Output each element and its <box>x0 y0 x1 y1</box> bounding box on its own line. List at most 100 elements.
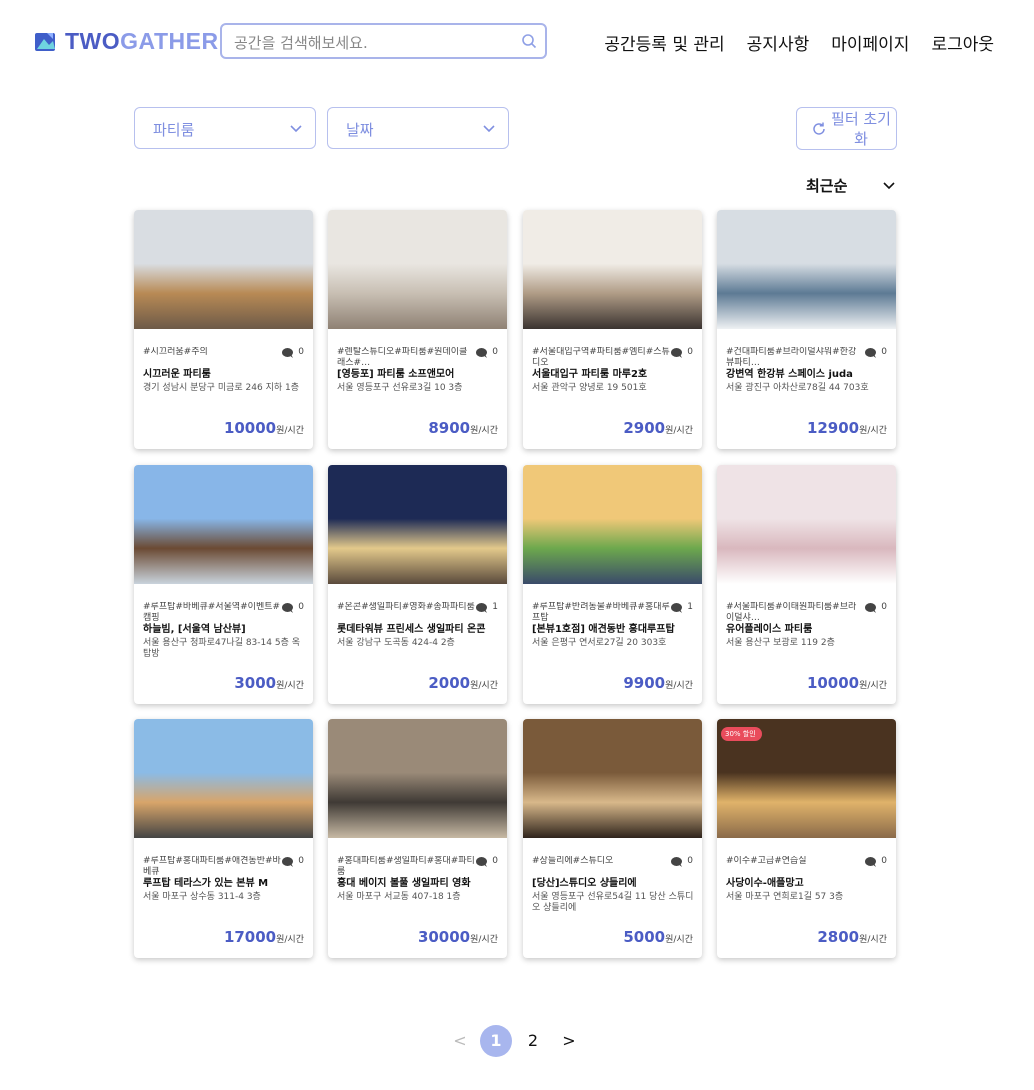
next-page-button[interactable]: > <box>553 1025 585 1057</box>
comment-count: 0 <box>464 856 498 868</box>
logo-text: TWOGATHER <box>65 28 219 55</box>
space-name: 루프탑 테라스가 있는 본뷰 M <box>143 878 269 889</box>
search-input[interactable] <box>232 31 516 55</box>
space-address: 서울 광진구 아차산로78길 44 703호 <box>726 383 869 393</box>
space-address: 서울 마포구 상수동 311-4 3층 <box>143 892 261 902</box>
comment-count: 0 <box>853 856 887 868</box>
space-price: 17000원/시간 <box>224 927 304 946</box>
space-address: 서울 관악구 양녕로 19 501호 <box>532 383 647 393</box>
date-select[interactable]: 날짜 <box>327 107 509 149</box>
space-card[interactable]: #서울대입구역#파티룸#엠티#스튜디오 0 서울대입구 파티룸 마루2호 서울 관악구… <box>523 210 702 449</box>
comment-count-value: 0 <box>687 347 693 357</box>
nav-logout[interactable]: 로그아웃 <box>931 30 994 55</box>
price-unit: 원/시간 <box>470 681 498 691</box>
comment-count: 0 <box>659 347 693 359</box>
refresh-icon <box>813 122 825 135</box>
space-thumbnail <box>134 465 313 584</box>
comment-count-value: 0 <box>881 602 887 612</box>
space-name: 서울대입구 파티룸 마루2호 <box>532 369 648 380</box>
price-unit: 원/시간 <box>859 681 887 691</box>
space-name: 롯데타워뷰 프린세스 생일파티 온콘 <box>337 624 486 635</box>
space-card[interactable]: #루프탑#홍대파티룸#애견동반#바베큐 0 루프탑 테라스가 있는 본뷰 M 서울 마… <box>134 719 313 958</box>
search-icon[interactable] <box>521 33 537 49</box>
space-address: 서울 마포구 서교동 407-18 1층 <box>337 892 461 902</box>
prev-page-button[interactable]: < <box>444 1025 476 1057</box>
top-nav: 공간등록 및 관리 공지사항 마이페이지 로그아웃 <box>604 30 994 55</box>
space-price: 2800원/시간 <box>817 927 887 946</box>
comment-count-value: 1 <box>492 602 498 612</box>
date-select-label: 날짜 <box>346 121 374 139</box>
space-name: [영등포] 파티룸 소프앤모어 <box>337 369 455 380</box>
comment-count-value: 0 <box>298 347 304 357</box>
logo[interactable]: TWOGATHER <box>35 28 219 55</box>
comment-count: 1 <box>659 602 693 614</box>
nav-mypage[interactable]: 마이페이지 <box>831 30 909 55</box>
space-thumbnail <box>523 465 702 584</box>
search-box <box>220 23 547 59</box>
comment-icon <box>282 348 293 358</box>
space-thumbnail <box>717 210 896 329</box>
price-unit: 원/시간 <box>665 935 693 945</box>
space-card[interactable]: #시끄러움#주의 0 시끄러운 파티룸 경기 성남시 분당구 미금로 246 지하 1… <box>134 210 313 449</box>
price-value: 2900 <box>623 419 666 437</box>
space-name: 사당이수-애플망고 <box>726 878 804 889</box>
price-value: 2000 <box>428 674 471 692</box>
space-thumbnail <box>523 210 702 329</box>
comment-icon <box>865 348 876 358</box>
space-price: 5000원/시간 <box>623 927 693 946</box>
price-unit: 원/시간 <box>276 426 304 436</box>
nav-space-management[interactable]: 공간등록 및 관리 <box>604 30 724 55</box>
comment-count: 0 <box>270 856 304 868</box>
space-card[interactable]: #루프탑#반려동물#바베큐#홍대루프탑 1 [본뷰1호점] 애견동반 홍대루프탑 서울… <box>523 465 702 704</box>
pagination: < 1 2 > <box>440 1025 600 1059</box>
comment-count-value: 1 <box>687 602 693 612</box>
comment-count-value: 0 <box>687 856 693 866</box>
price-value: 5000 <box>623 928 666 946</box>
chevron-down-icon <box>290 125 302 133</box>
chevron-down-icon <box>483 125 495 133</box>
space-card[interactable]: #건대파티룸#브라이덜샤워#한강뷰파티… 0 강변역 한강뷰 스페이스 juda 서울… <box>717 210 896 449</box>
comment-icon <box>671 348 682 358</box>
comment-icon <box>476 857 487 867</box>
price-unit: 원/시간 <box>276 681 304 691</box>
space-address: 서울 마포구 연희로1길 57 3층 <box>726 892 844 902</box>
category-select[interactable]: 파티룸 <box>134 107 316 149</box>
comment-count: 0 <box>464 347 498 359</box>
space-card[interactable]: #상들리에#스튜디오 0 [당산]스튜디오 샹들리에 서울 영등포구 선유로54길 1… <box>523 719 702 958</box>
space-card[interactable]: #렌탈스튜디오#파티룸#원데이클래스#… 0 [영등포] 파티룸 소프앤모어 서울 영… <box>328 210 507 449</box>
comment-icon <box>865 603 876 613</box>
nav-notices[interactable]: 공지사항 <box>747 30 810 55</box>
price-unit: 원/시간 <box>665 426 693 436</box>
space-card[interactable]: #온콘#생일파티#영화#송파파티룸 1 롯데타워뷰 프린세스 생일파티 온콘 서울 강… <box>328 465 507 704</box>
price-value: 10000 <box>223 419 277 437</box>
space-address: 서울 은평구 연서로27길 20 303호 <box>532 638 667 648</box>
comment-count-value: 0 <box>298 856 304 866</box>
price-value: 10000 <box>806 674 860 692</box>
space-card[interactable]: 30% 할인 #이수#고급#연습실 0 사당이수-애플망고 서울 마포구 연희로1길 5… <box>717 719 896 958</box>
page-2-button[interactable]: 2 <box>517 1025 549 1057</box>
page-1-button[interactable]: 1 <box>480 1025 512 1057</box>
comment-count-value: 0 <box>881 856 887 866</box>
space-address: 경기 성남시 분당구 미금로 246 지하 1층 <box>143 383 299 393</box>
comment-count-value: 0 <box>492 856 498 866</box>
comment-count: 1 <box>464 602 498 614</box>
space-price: 10000원/시간 <box>224 418 304 437</box>
space-card[interactable]: #루프탑#바베큐#서울역#이벤트#캠핑 0 하늘빔, [서울역 남산뷰] 서울 용산구… <box>134 465 313 704</box>
space-address: 서울 강남구 도곡동 424-4 2층 <box>337 638 455 648</box>
space-price: 10000원/시간 <box>807 673 887 692</box>
space-card[interactable]: #서울파티룸#이태원파티룸#브라이덜샤… 0 유어플레이스 파티룸 서울 용산구 보광… <box>717 465 896 704</box>
comment-count: 0 <box>270 602 304 614</box>
comment-count: 0 <box>270 347 304 359</box>
space-card[interactable]: #홍대파티룸#생일파티#홍대#파티룸 0 홍대 베이지 볼풀 생일파티 영화 서울 마… <box>328 719 507 958</box>
price-unit: 원/시간 <box>665 681 693 691</box>
space-name: 유어플레이스 파티룸 <box>726 624 813 635</box>
chevron-down-icon <box>883 182 895 190</box>
comment-icon <box>476 603 487 613</box>
comment-count-value: 0 <box>881 347 887 357</box>
sort-select[interactable]: 최근순 <box>806 174 898 196</box>
price-value: 8900 <box>428 419 471 437</box>
space-address: 서울 영등포구 선유로3길 10 3층 <box>337 383 463 393</box>
filter-reset-button[interactable]: 필터 초기화 <box>796 107 897 150</box>
space-name: 하늘빔, [서울역 남산뷰] <box>143 624 246 635</box>
price-unit: 원/시간 <box>859 935 887 945</box>
